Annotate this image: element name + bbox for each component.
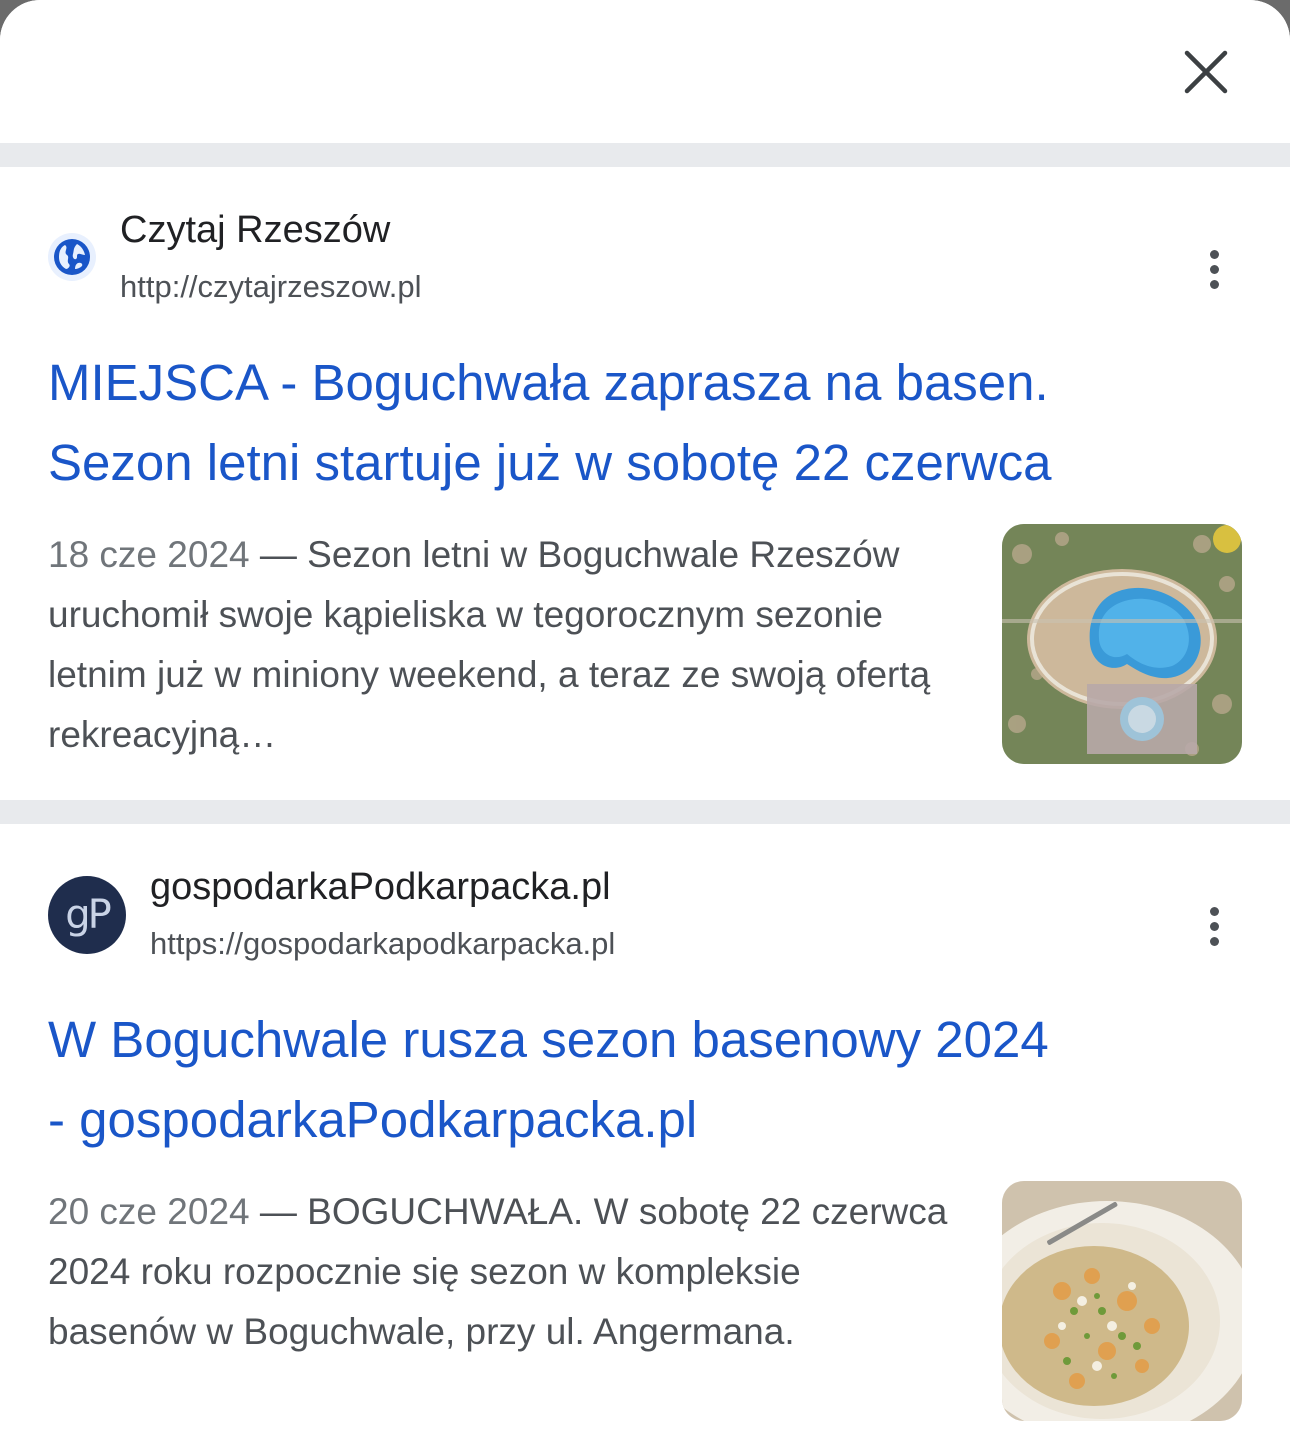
result-date: 20 cze 2024 [48,1191,250,1232]
site-favicon: gP [48,876,126,954]
more-options-button[interactable] [1192,896,1236,956]
divider [0,143,1290,167]
title-line: Sezon letni startuje już w sobotę 22 cze… [48,434,1052,491]
result-date: 18 cze 2024 [48,534,250,575]
site-url[interactable]: https://gospodarkapodkarpacka.pl [150,926,615,962]
result-thumbnail[interactable] [1002,1181,1242,1421]
date-separator: — [249,1191,308,1232]
search-result: gP gospodarkaPodkarpacka.pl https://gosp… [0,824,1290,1453]
more-vert-icon [1209,249,1219,259]
site-favicon [48,233,96,281]
favicon-text: gP [65,892,111,938]
search-result: Czytaj Rzeszów http://czytajrzeszow.pl M… [0,167,1290,800]
title-line: - gospodarkaPodkarpacka.pl [48,1091,698,1148]
food-bowl-photo [1002,1181,1242,1421]
title-line: MIEJSCA - Boguchwała zaprasza na basen. [48,354,1049,411]
globe-icon [54,239,90,275]
divider [0,800,1290,824]
site-name[interactable]: Czytaj Rzeszów [120,209,390,252]
site-url[interactable]: http://czytajrzeszow.pl [120,269,422,305]
date-separator: — [249,534,308,575]
close-button[interactable] [1176,42,1236,102]
sheet-header [0,0,1290,143]
site-name[interactable]: gospodarkaPodkarpacka.pl [150,866,611,909]
result-thumbnail[interactable] [1002,524,1242,764]
more-vert-icon [1209,906,1219,916]
result-snippet: 20 cze 2024 — BOGUCHWAŁA. W sobotę 22 cz… [48,1182,948,1362]
title-line: W Boguchwale rusza sezon basenowy 2024 [48,1011,1049,1068]
result-snippet: 18 cze 2024 — Sezon letni w Boguchwale R… [48,525,948,765]
aerial-pool-photo [1002,524,1242,764]
search-results-sheet: Czytaj Rzeszów http://czytajrzeszow.pl M… [0,0,1290,1453]
result-title-link[interactable]: W Boguchwale rusza sezon basenowy 2024 -… [48,1000,1248,1160]
result-title-link[interactable]: MIEJSCA - Boguchwała zaprasza na basen. … [48,343,1248,503]
more-options-button[interactable] [1192,239,1236,299]
close-icon [1184,50,1228,94]
